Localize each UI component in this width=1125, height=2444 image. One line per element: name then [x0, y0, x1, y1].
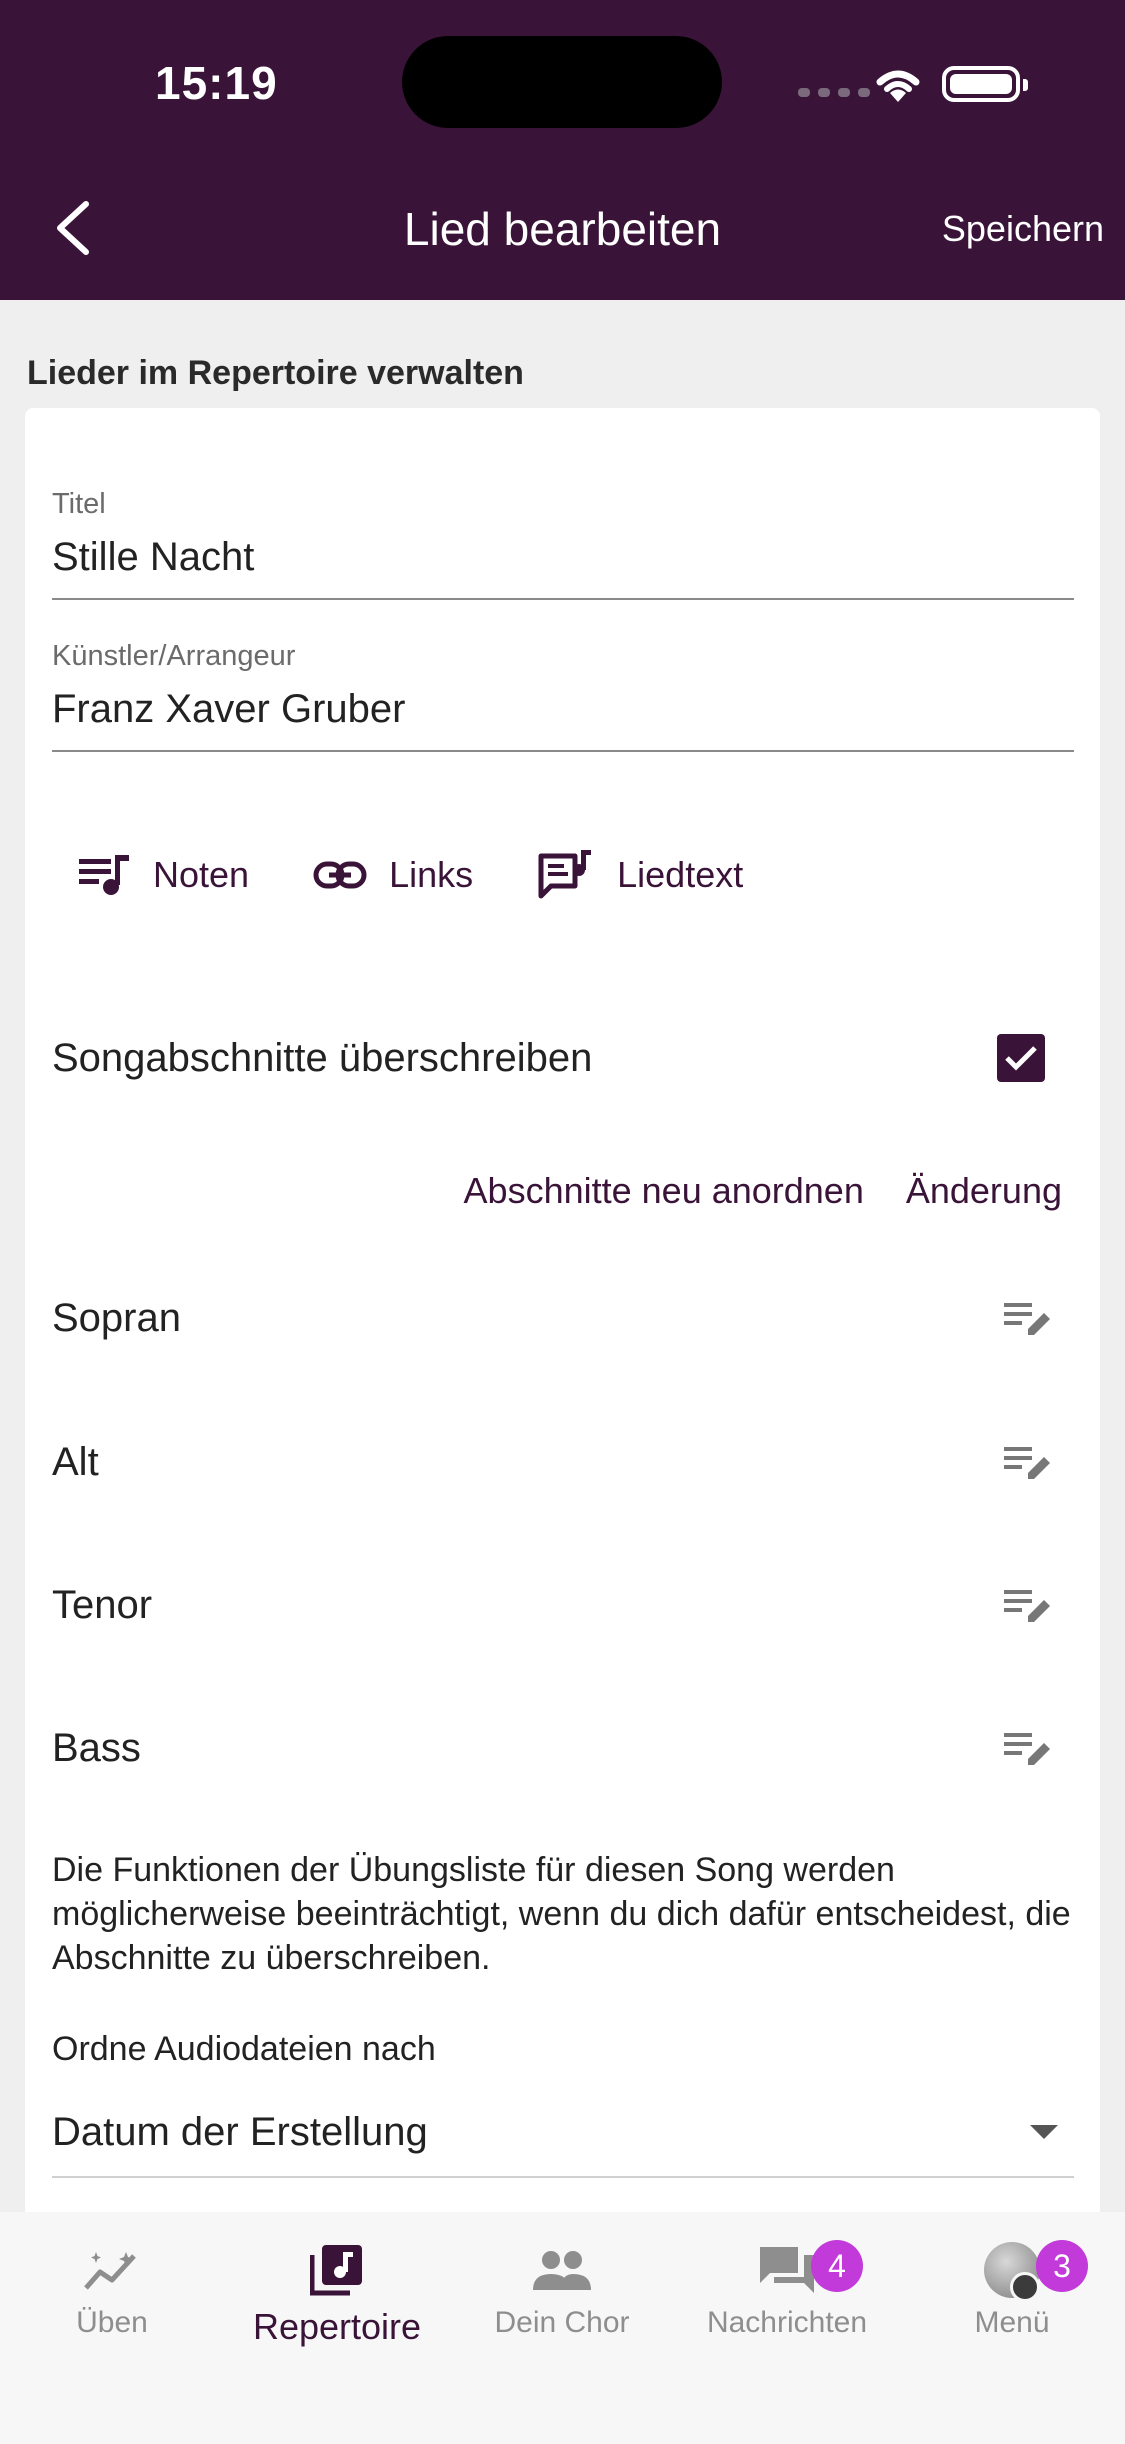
battery-icon [942, 66, 1028, 102]
title-field-value[interactable]: Stille Nacht [52, 535, 1074, 580]
edit-note-icon[interactable] [1002, 1586, 1052, 1626]
change-button[interactable]: Änderung [906, 1170, 1062, 1212]
queue-music-icon [79, 855, 129, 895]
sort-audio-value: Datum der Erstellung [52, 2109, 428, 2154]
voice-label: Sopran [52, 1296, 181, 1340]
chat-icon [760, 2247, 814, 2293]
nav-label: Üben [76, 2306, 148, 2339]
voice-row-alt[interactable]: Alt [52, 1440, 1074, 1485]
status-time: 15:19 [155, 57, 278, 109]
nav-item-choir[interactable]: Dein Chor [462, 2240, 662, 2340]
voice-row-tenor[interactable]: Tenor [52, 1583, 1074, 1628]
nav-item-repertoire[interactable]: Repertoire [237, 2240, 437, 2348]
voice-label: Alt [52, 1440, 99, 1484]
sort-audio-label: Ordne Audiodateien nach [52, 2030, 436, 2068]
artist-field-value[interactable]: Franz Xaver Gruber [52, 687, 1074, 732]
messages-badge: 4 [811, 2240, 863, 2292]
voice-row-bass[interactable]: Bass [52, 1726, 1074, 1771]
sort-audio-select[interactable]: Datum der Erstellung [52, 2088, 1074, 2178]
group-icon [533, 2251, 591, 2290]
reorder-sections-button[interactable]: Abschnitte neu anordnen [464, 1170, 864, 1212]
song-actions: Noten Links Liedtext [77, 848, 807, 902]
sheet-music-label: Noten [153, 854, 250, 895]
section-title: Lieder im Repertoire verwalten [27, 354, 524, 392]
section-controls: Abschnitte neu anordnen Änderung [464, 1170, 1062, 1212]
nav-label: Nachrichten [706, 2306, 868, 2339]
wifi-icon [876, 70, 920, 102]
music-library-icon [310, 2245, 362, 2296]
nav-item-practice[interactable]: Üben [12, 2240, 212, 2340]
nav-label: Dein Chor [494, 2306, 630, 2339]
avatar-icon [984, 2242, 1040, 2302]
voice-row-sopran[interactable]: Sopran [52, 1296, 1074, 1341]
nav-label: Repertoire [252, 2306, 422, 2347]
edit-note-icon[interactable] [1002, 1443, 1052, 1483]
override-warning-note: Die Funktionen der Übungsliste für diese… [52, 1851, 1071, 1977]
bottom-nav: Üben Repertoire Dein Chor 4 Nachrichten … [0, 2212, 1125, 2444]
edit-note-icon[interactable] [1002, 1299, 1052, 1339]
override-sections-checkbox[interactable] [997, 1034, 1045, 1082]
override-sections-row[interactable]: Songabschnitte überschreiben [52, 1028, 1074, 1088]
title-field[interactable]: Titel Stille Nacht [52, 488, 1074, 600]
dropdown-caret-icon [1030, 2125, 1058, 2139]
save-button[interactable]: Speichern [942, 208, 1104, 250]
voice-label: Tenor [52, 1583, 153, 1627]
lyrics-button[interactable]: Liedtext [537, 848, 743, 902]
menu-badge: 3 [1036, 2240, 1088, 2292]
links-button[interactable]: Links [313, 854, 473, 896]
lyrics-icon [538, 850, 592, 899]
nav-item-messages[interactable]: 4 Nachrichten [687, 2240, 887, 2340]
voice-label: Bass [52, 1726, 141, 1770]
artist-field-label: Künstler/Arrangeur [52, 640, 296, 672]
title-field-label: Titel [52, 488, 106, 520]
nav-item-menu[interactable]: 3 Menü [912, 2240, 1112, 2340]
lyrics-label: Liedtext [617, 854, 744, 895]
sheet-music-button[interactable]: Noten [77, 853, 249, 897]
practice-chart-icon [84, 2252, 136, 2290]
links-label: Links [389, 854, 474, 895]
song-edit-card: Titel Stille Nacht Künstler/Arrangeur Fr… [25, 408, 1100, 2444]
artist-field[interactable]: Künstler/Arrangeur Franz Xaver Gruber [52, 640, 1074, 752]
cellular-signal-icon [798, 88, 870, 97]
link-icon [313, 861, 367, 889]
dynamic-island [402, 36, 722, 128]
override-sections-label: Songabschnitte überschreiben [52, 1035, 593, 1080]
nav-label: Menü [974, 2306, 1050, 2339]
check-icon [1005, 1046, 1037, 1071]
edit-note-icon[interactable] [1002, 1729, 1052, 1769]
app-header: 15:19 Lied bearbeiten Speichern [0, 0, 1125, 300]
